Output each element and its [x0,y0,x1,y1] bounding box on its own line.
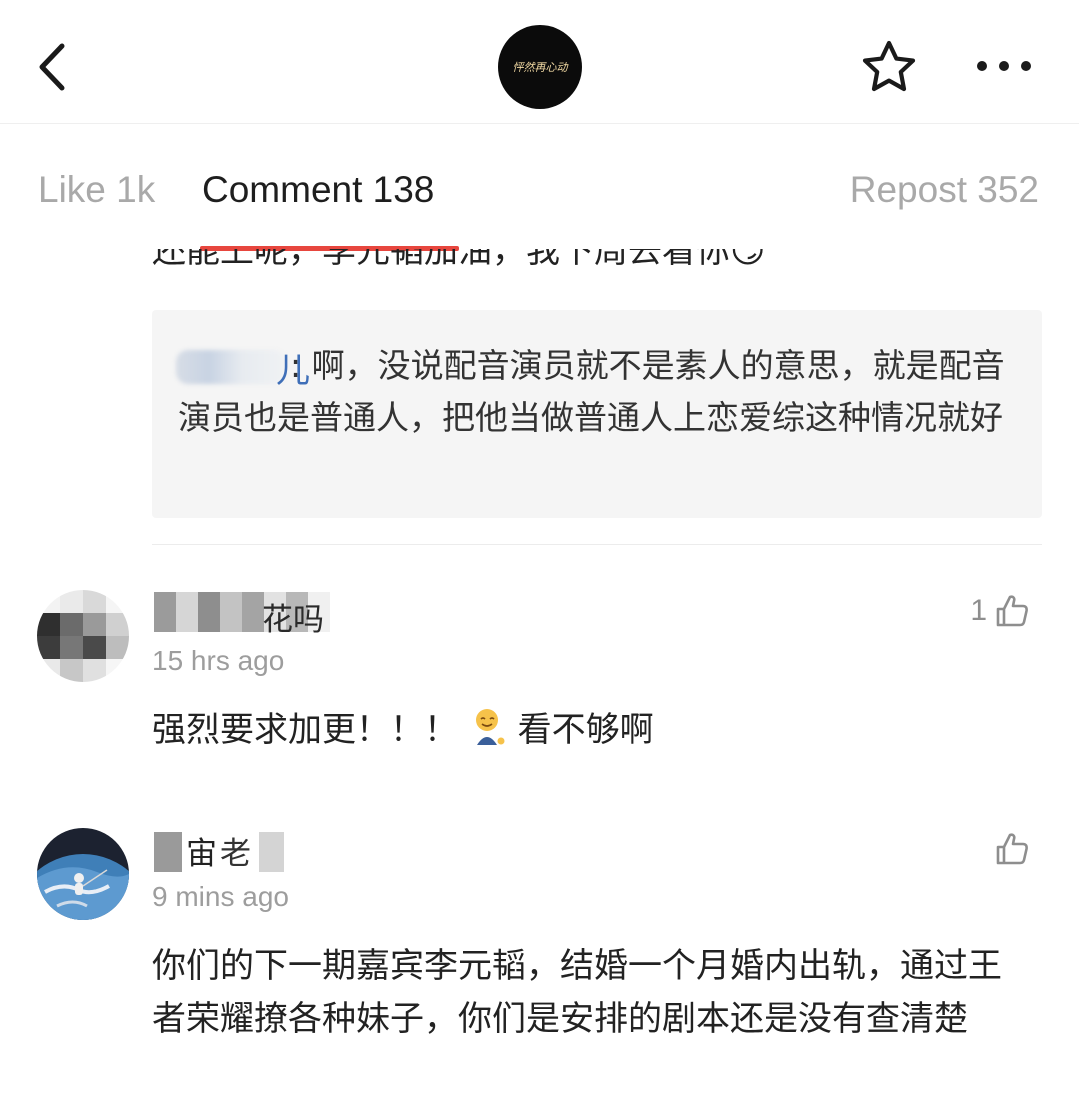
avatar-pixelated [37,590,129,682]
thumbs-up-icon [996,833,1028,865]
previous-comment-text: 还能上呢，李元韬加油，我下周去看你😏 [152,249,766,271]
comment-time: 15 hrs ago [152,645,285,676]
tab-repost[interactable]: Repost 352 [850,168,1039,212]
top-bar: 怦然再心动 [0,0,1079,124]
avatar-earth-image [37,828,129,920]
comment-text: 你们的下一期嘉宾李元韬，结婚一个月婚内出轨，通过王者荣耀撩各种妹子，你们是安排的… [152,946,1002,1039]
avatar[interactable] [37,828,129,920]
avatar[interactable] [37,590,129,682]
comment-text: 强烈要求加更！！！ 看不够啊 [152,704,1032,757]
username-visible[interactable]: 花吗 [262,600,324,640]
favorite-button[interactable] [858,38,920,96]
smiling-face-sitting-emoji [475,709,505,745]
comment-time: 9 mins ago [152,881,289,912]
like-button[interactable]: 1 [970,592,1031,630]
like-count: 1 [970,594,987,627]
tab-comment[interactable]: Comment 138 [202,168,434,212]
star-outline-icon [862,40,916,92]
more-button[interactable] [972,48,1036,84]
username-pixelated[interactable] [154,832,284,872]
username-visible-1[interactable]: 宙 [186,834,217,874]
logo-text: 怦然再心动 [512,61,568,74]
comment-text-part: 看不够啊 [517,710,654,750]
quoted-reply[interactable]: 儿 : 啊，没说配音演员就不是素人的意思，就是配音演员也是普通人，把他当做普通人… [152,310,1042,518]
username-visible-2[interactable]: 老 [220,834,251,874]
divider [152,544,1042,545]
tab-bar: Like 1k Comment 138 Repost 352 [0,124,1079,251]
channel-logo[interactable]: 怦然再心动 [498,25,582,109]
previous-comment-clipped: 还能上呢，李元韬加油，我下周去看你😏 [0,249,1079,289]
comment-screen: 怦然再心动 Like 1k Comment 138 Repost 352 还能上… [0,0,1079,1115]
comment-item: 花吗 15 hrs ago 1 强烈要求加更！！！ 看不够啊 [0,590,1079,790]
comment-item: 宙 老 9 mins ago 你们的下一期嘉宾李元韬，结婚一个月婚内出轨，通过王… [0,826,1079,1115]
tab-like[interactable]: Like 1k [38,168,155,212]
back-button[interactable] [28,38,78,96]
more-horizontal-icon [977,61,1031,71]
like-button[interactable] [987,830,1031,868]
comment-text-part: 强烈要求加更！！！ [152,710,469,750]
chevron-left-icon [39,43,65,91]
thumbs-up-icon [996,595,1028,627]
reply-text: : 啊，没说配音演员就不是素人的意思，就是配音演员也是普通人，把他当做普通人上恋… [178,346,1005,437]
